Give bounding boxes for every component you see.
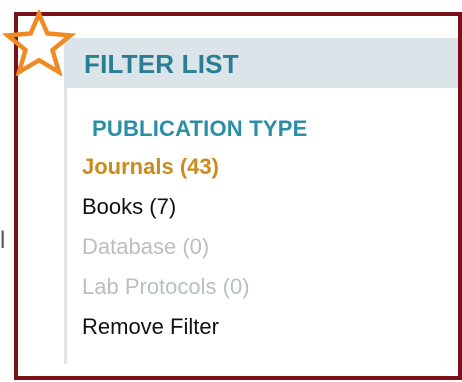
panel-left-rule <box>64 86 67 364</box>
list-item: Journals (43) <box>82 154 250 194</box>
filter-option-journals[interactable]: Journals (43) <box>82 154 219 179</box>
filter-option-label: Books <box>82 194 144 219</box>
filter-list-header: FILTER LIST <box>64 38 458 88</box>
list-item: Remove Filter <box>82 314 250 354</box>
filter-option-database: Database (0) <box>82 234 209 259</box>
star-outline-shape <box>1 10 77 76</box>
publication-type-heading: PUBLICATION TYPE <box>92 116 308 141</box>
cut-off-edge-text: l <box>0 227 6 254</box>
list-item: Books (7) <box>82 194 250 234</box>
filter-option-count: (0) <box>182 234 210 259</box>
filter-panel-highlight-frame: FILTER LIST PUBLICATION TYPE Journals (4… <box>1 10 462 380</box>
filter-option-label: Lab Protocols <box>82 274 217 299</box>
filter-option-label: Database <box>82 234 177 259</box>
list-item: Lab Protocols (0) <box>82 274 250 314</box>
filter-list-title: FILTER LIST <box>84 49 239 79</box>
list-item: Database (0) <box>82 234 250 274</box>
filter-option-count: (43) <box>179 154 219 179</box>
remove-filter-link[interactable]: Remove Filter <box>82 314 219 339</box>
filter-option-books[interactable]: Books (7) <box>82 194 176 219</box>
filter-option-count: (0) <box>222 274 250 299</box>
star-icon <box>1 10 77 76</box>
filter-option-lab-protocols: Lab Protocols (0) <box>82 274 250 299</box>
publication-type-filter-list: Journals (43) Books (7) Database (0) Lab… <box>82 154 250 354</box>
filter-option-label: Journals <box>82 154 174 179</box>
filter-option-count: (7) <box>149 194 177 219</box>
